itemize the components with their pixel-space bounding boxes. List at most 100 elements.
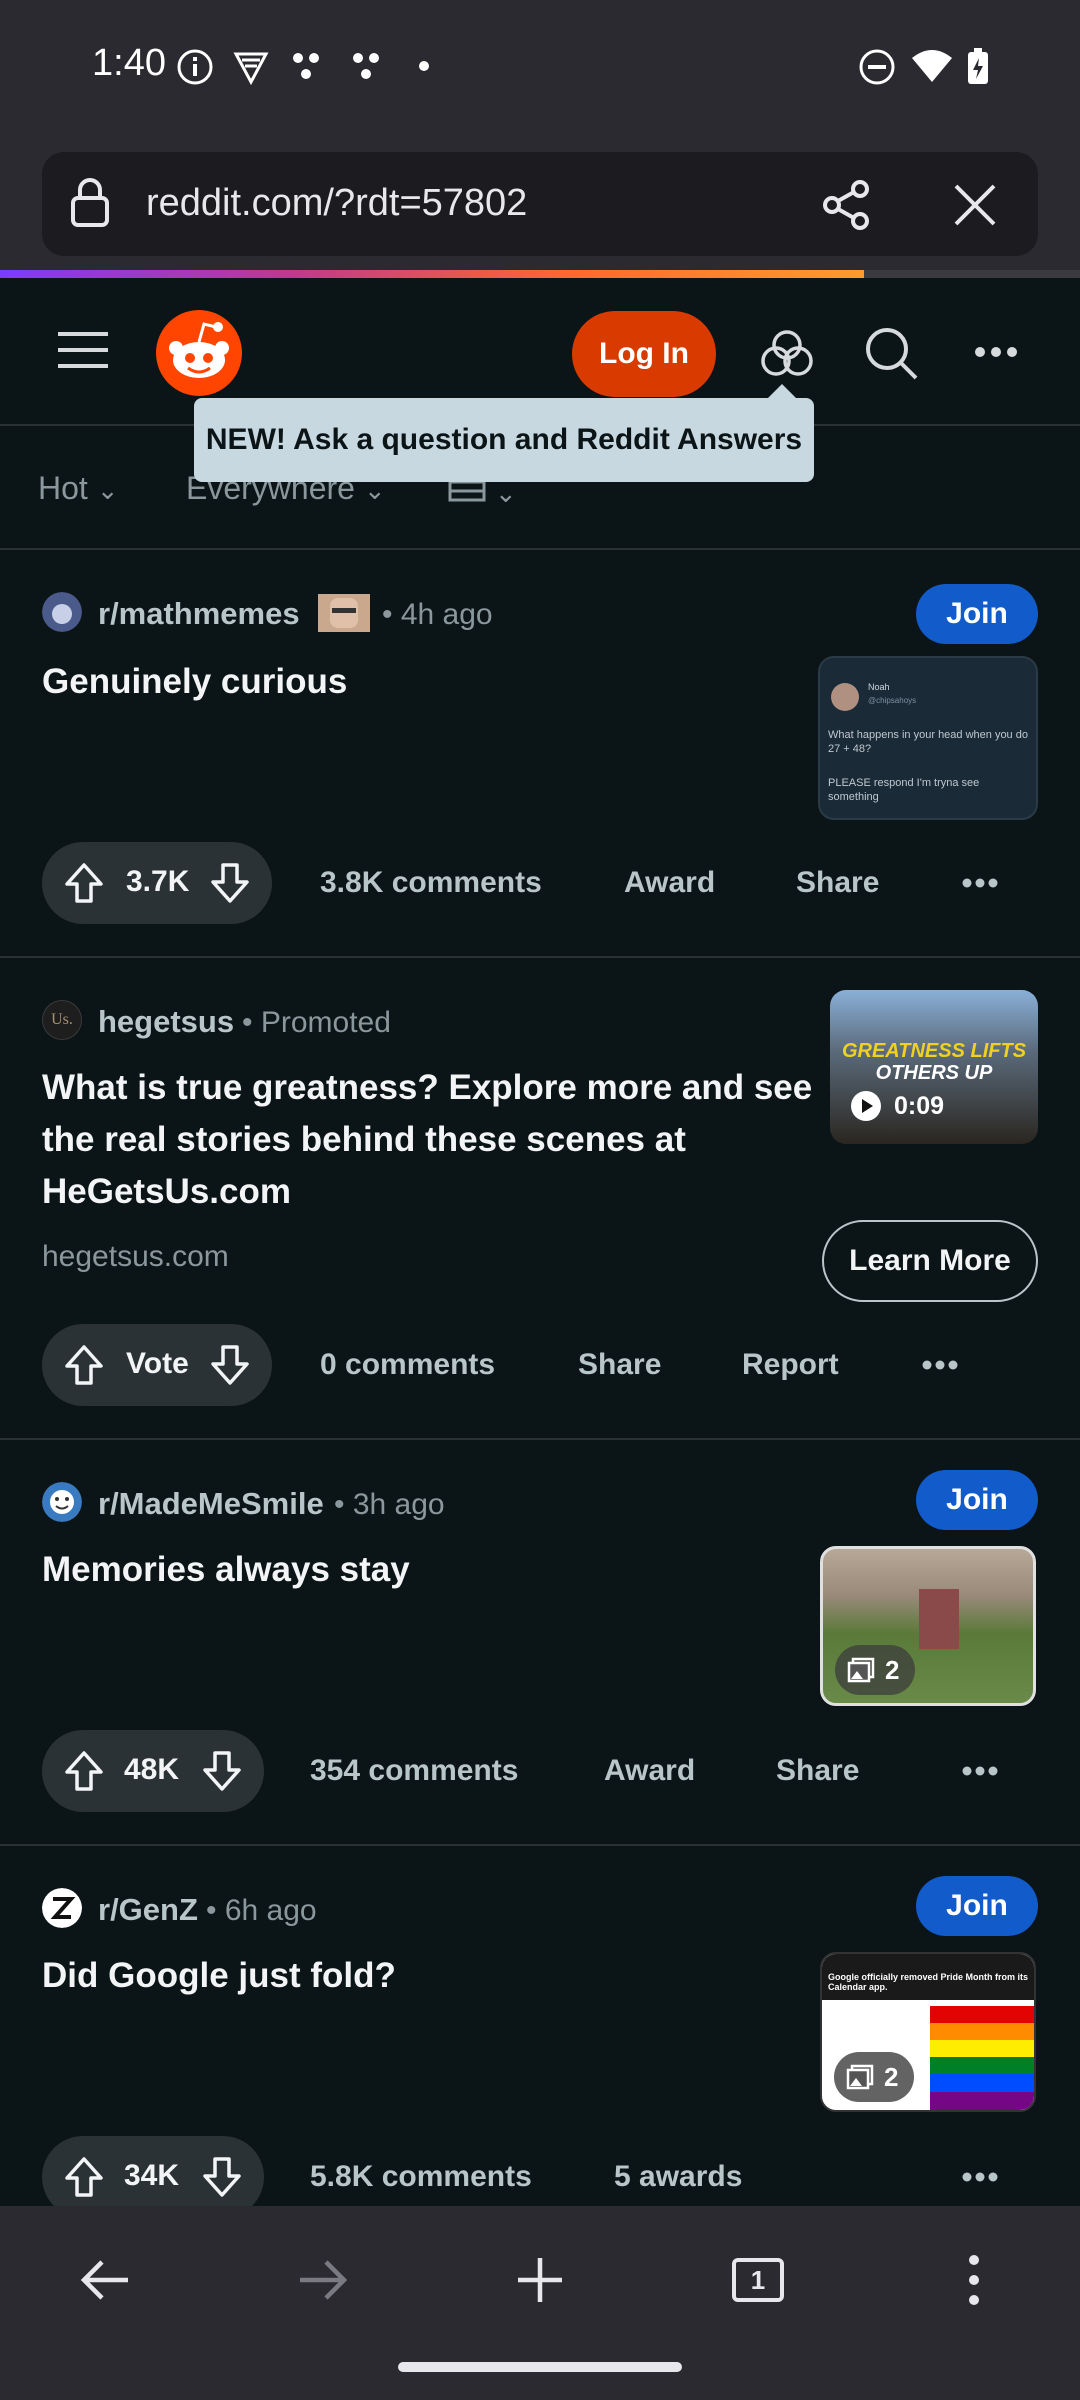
post-thumbnail[interactable]: Noah @chipsahoys What happens in your he… <box>818 656 1038 820</box>
join-button[interactable]: Join <box>916 1876 1038 1936</box>
upvote-icon[interactable] <box>64 2156 104 2198</box>
sort-dropdown[interactable]: Hot ⌄ <box>38 470 118 507</box>
comments-button[interactable]: 5.8K comments <box>310 2160 532 2194</box>
post-options-icon[interactable] <box>962 2172 998 2182</box>
thumbnail-caption: GREATNESS LIFTS <box>841 1040 1027 1062</box>
login-button[interactable]: Log In <box>572 311 716 397</box>
gesture-home-bar[interactable] <box>398 2362 682 2372</box>
post-options-icon[interactable] <box>922 1360 958 1370</box>
post-time-value: 3h ago <box>352 1488 445 1521</box>
forward-arrow-icon[interactable] <box>298 2258 348 2302</box>
promoted-post-card[interactable]: Us. hegetsus • Promoted What is true gre… <box>0 958 1080 1440</box>
chevron-down-icon: ⌄ <box>494 478 517 508</box>
advertiser-avatar[interactable]: Us. <box>42 1000 82 1040</box>
subreddit-name[interactable]: r/mathmemes <box>98 596 300 632</box>
join-button[interactable]: Join <box>916 1470 1038 1530</box>
post-card[interactable]: r/GenZ • 6h ago Join Did Google just fol… <box>0 1846 1080 2218</box>
browser-menu-icon[interactable] <box>966 2254 982 2306</box>
awards-count[interactable]: 5 awards <box>614 2160 742 2194</box>
upvote-icon[interactable] <box>64 1750 104 1792</box>
info-icon <box>177 49 213 85</box>
post-card[interactable]: r/mathmemes • 4h ago Join Genuinely curi… <box>0 550 1080 958</box>
post-time: • 4h ago <box>382 598 493 631</box>
gallery-count: 2 <box>884 2062 899 2092</box>
downvote-icon[interactable] <box>210 862 250 904</box>
advertiser-name[interactable]: hegetsus <box>98 1004 234 1040</box>
ad-domain[interactable]: hegetsus.com <box>42 1240 229 1274</box>
vote-count: 34K <box>124 2159 180 2192</box>
post-title[interactable]: What is true greatness? Explore more and… <box>42 1062 822 1218</box>
subreddit-name[interactable]: r/GenZ <box>98 1892 198 1928</box>
menu-icon[interactable] <box>58 330 108 370</box>
url-text[interactable]: reddit.com/?rdt=57802 <box>146 182 527 225</box>
reddit-logo-icon[interactable] <box>156 310 242 396</box>
share-icon[interactable] <box>822 180 872 230</box>
dots-icon <box>293 53 319 79</box>
subreddit-avatar[interactable] <box>42 1482 82 1522</box>
award-button[interactable]: Award <box>604 1754 695 1788</box>
browser-toolbar: reddit.com/?rdt=57802 <box>0 140 1080 272</box>
reddit-answers-tooltip[interactable]: NEW! Ask a question and Reddit Answers <box>194 384 814 482</box>
subreddit-avatar[interactable] <box>42 1888 82 1928</box>
tweet-author: Noah <box>868 682 890 692</box>
downvote-icon[interactable] <box>202 2156 242 2198</box>
subreddit-name[interactable]: r/MadeMeSmile <box>98 1486 324 1522</box>
more-options-icon[interactable] <box>974 346 1018 358</box>
user-flair-image <box>318 594 370 632</box>
play-icon[interactable] <box>850 1090 882 1122</box>
tweet-handle: @chipsahoys <box>868 696 917 705</box>
video-thumbnail[interactable]: GREATNESS LIFTS OTHERS UP 0:09 <box>830 990 1038 1144</box>
url-bar[interactable]: reddit.com/?rdt=57802 <box>42 152 1038 256</box>
vote-control: 48K <box>42 1730 264 1812</box>
subreddit-avatar[interactable] <box>42 592 82 632</box>
learn-more-button[interactable]: Learn More <box>822 1220 1038 1302</box>
battery-icon <box>968 48 988 84</box>
post-time: • 3h ago <box>334 1488 445 1521</box>
downvote-icon[interactable] <box>210 1344 250 1386</box>
share-button[interactable]: Share <box>776 1754 859 1788</box>
vote-count: 48K <box>124 1753 180 1786</box>
post-card[interactable]: r/MadeMeSmile • 3h ago Join Memories alw… <box>0 1440 1080 1846</box>
post-title[interactable]: Memories always stay <box>42 1544 782 1596</box>
comments-button[interactable]: 3.8K comments <box>320 866 542 900</box>
post-thumbnail[interactable]: 2 <box>820 1546 1036 1706</box>
post-title[interactable]: Genuinely curious <box>42 656 782 708</box>
thumbnail-figure <box>919 1589 959 1649</box>
award-button[interactable]: Award <box>624 866 715 900</box>
share-button[interactable]: Share <box>578 1348 661 1382</box>
vote-control: 3.7K <box>42 842 272 924</box>
post-title[interactable]: Did Google just fold? <box>42 1950 782 2002</box>
comments-button[interactable]: 354 comments <box>310 1754 518 1788</box>
report-button[interactable]: Report <box>742 1348 839 1382</box>
vote-control: Vote <box>42 1324 272 1406</box>
close-icon[interactable] <box>952 182 998 228</box>
video-duration: 0:09 <box>894 1092 945 1120</box>
downvote-icon[interactable] <box>202 1750 242 1792</box>
progress-fill <box>0 270 864 278</box>
post-thumbnail[interactable]: Google officially removed Pride Month fr… <box>820 1952 1036 2112</box>
gallery-badge: 2 <box>835 1645 915 1695</box>
gallery-badge: 2 <box>834 2052 914 2102</box>
new-tab-icon[interactable] <box>516 2256 564 2304</box>
tweet-text-2: PLEASE respond I'm tryna see something <box>828 777 980 803</box>
sort-label: Hot <box>38 470 88 506</box>
back-arrow-icon[interactable] <box>80 2258 130 2302</box>
gallery-icon <box>846 2064 874 2090</box>
promoted-label: • Promoted <box>242 1006 391 1039</box>
share-button[interactable]: Share <box>796 866 879 900</box>
vpn-shield-icon <box>233 52 269 86</box>
comments-button[interactable]: 0 comments <box>320 1348 495 1382</box>
tab-switcher-button[interactable]: 1 <box>732 2258 784 2302</box>
status-bar: 1:40 <box>0 0 1080 140</box>
tweet-avatar <box>831 683 859 711</box>
lock-icon[interactable] <box>70 176 110 228</box>
post-time-value: 6h ago <box>224 1894 317 1927</box>
post-options-icon[interactable] <box>962 1766 998 1776</box>
upvote-icon[interactable] <box>64 862 104 904</box>
join-button[interactable]: Join <box>916 584 1038 644</box>
upvote-icon[interactable] <box>64 1344 104 1386</box>
reddit-answers-icon[interactable] <box>760 328 814 378</box>
gallery-icon <box>847 1657 875 1683</box>
search-icon[interactable] <box>864 326 918 380</box>
post-options-icon[interactable] <box>962 878 998 888</box>
